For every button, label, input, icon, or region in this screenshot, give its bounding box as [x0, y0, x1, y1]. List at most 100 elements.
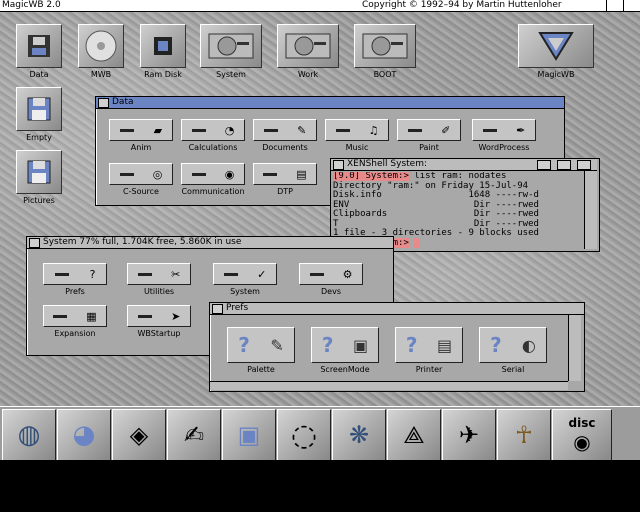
pref-palette[interactable]: ? ✎ Palette — [224, 327, 298, 374]
disk-drawer-icon — [16, 24, 62, 68]
shell-vertical-scrollbar[interactable] — [584, 171, 597, 249]
pref-serial[interactable]: ? ◐ Serial — [476, 327, 550, 374]
desktop-icon-work[interactable]: Work — [277, 24, 339, 79]
drawer-anim[interactable]: ▰ Anim — [106, 119, 176, 152]
drawer-system[interactable]: ✓ System — [209, 263, 281, 296]
prefs-window[interactable]: Prefs ? ✎ Palette ? ▣ ScreenMode ? ▤ Printer ?… — [209, 302, 585, 392]
drawer-handle-icon — [191, 128, 206, 132]
drawer-expansion[interactable]: ▦ Expansion — [39, 305, 111, 338]
screen-depth-gadget-2[interactable] — [623, 0, 640, 11]
drawer-music[interactable]: ♫ Music — [322, 119, 392, 152]
depth-gadget[interactable] — [557, 160, 571, 170]
pref-printer[interactable]: ? ▤ Printer — [392, 327, 466, 374]
desktop-icon-data[interactable]: Data — [14, 24, 64, 79]
screen-title: MagicWB 2.0 — [2, 0, 61, 10]
shell-title: XENShell System: — [347, 159, 427, 169]
close-gadget[interactable] — [29, 238, 40, 248]
close-gadget[interactable] — [98, 98, 109, 108]
scroll-icon: ✎ — [297, 123, 307, 137]
desktop-icon-ram-disk[interactable]: Ram Disk — [138, 24, 188, 79]
drawer-dtp[interactable]: ▤ DTP — [250, 163, 320, 196]
globe-phone-icon: ◍ — [17, 420, 41, 450]
zoom-gadget[interactable] — [537, 160, 551, 170]
globe-icon: ◉ — [224, 167, 235, 181]
film-ball-icon: ◈ — [129, 421, 149, 449]
data-window-title-bar[interactable]: Data — [96, 97, 564, 109]
dock-button[interactable]: ❋ — [332, 409, 386, 460]
text-cursor — [414, 237, 420, 248]
drawer-communication[interactable]: ◉ Communication — [178, 163, 248, 196]
drawer-prefs[interactable]: ? Prefs — [39, 263, 111, 296]
dock-button[interactable]: disc ◉ — [552, 409, 612, 460]
drawer-documents[interactable]: ✎ Documents — [250, 119, 320, 152]
depth-gadget-2[interactable] — [577, 160, 591, 170]
gears-icon: ⚙ — [342, 267, 353, 281]
desktop-icon-boot[interactable]: BOOT — [354, 24, 416, 79]
drawer-handle-icon — [54, 272, 69, 276]
screen-depth-gadget[interactable] — [606, 0, 623, 11]
serial-port-icon: ◐ — [521, 335, 536, 355]
desktop-icon-system[interactable]: System — [200, 24, 262, 79]
paint-pen-icon: ✍ — [183, 421, 205, 449]
desktop-icon-pictures[interactable]: Pictures — [14, 150, 64, 205]
expansion-card-icon: ▦ — [86, 309, 97, 323]
workbench-screen: MagicWB 2.0 Copyright © 1992–94 by Marti… — [0, 0, 640, 460]
question-icon: ? — [490, 333, 502, 357]
system-window-title-bar[interactable]: System 77% full, 1.704K free, 5.860K in … — [27, 237, 393, 249]
dock-button[interactable]: ▣ — [222, 409, 276, 460]
desktop-icon-magicwb[interactable]: MagicWB — [518, 24, 594, 79]
close-gadget[interactable] — [333, 160, 344, 170]
palette-icon: ✎ — [270, 335, 284, 355]
prefs-window-title: Prefs — [226, 303, 249, 313]
drawer-handle-icon — [263, 172, 278, 176]
dock-button[interactable]: ☥ — [497, 409, 551, 460]
c-letter-icon: ◎ — [152, 167, 163, 181]
dock-button[interactable]: ✈ — [442, 409, 496, 460]
drawer-handle-icon — [53, 314, 68, 318]
drawer-handle-icon — [137, 314, 152, 318]
close-gadget[interactable] — [212, 304, 223, 314]
dtp-icon: ▤ — [296, 167, 307, 181]
drawer-calculations[interactable]: ◔ Calculations — [178, 119, 248, 152]
drawer-handle-icon — [335, 128, 350, 132]
shuttle-icon: ✈ — [458, 421, 480, 449]
drawer-handle-icon — [223, 272, 238, 276]
drawer-wordprocess[interactable]: ✒ WordProcess — [466, 119, 542, 152]
disc-icon: ◉ — [573, 430, 591, 454]
dock-button[interactable]: ◍ — [2, 409, 56, 460]
question-icon: ? — [89, 267, 96, 281]
desktop-icon-mwb[interactable]: MWB — [76, 24, 126, 79]
compass-drawing-icon: ⟁ — [403, 421, 425, 449]
shell-title-bar[interactable]: XENShell System: — [331, 159, 597, 171]
dock-button[interactable]: ◈ — [112, 409, 166, 460]
prefs-horizontal-scrollbar[interactable] — [210, 381, 568, 390]
copyright-text: Copyright © 1992–94 by Martin Huttenlohe… — [362, 0, 562, 10]
drawer-handle-icon — [137, 272, 152, 276]
magicwb-logo-icon — [518, 24, 594, 68]
spiral-icon: ◌ — [290, 417, 318, 453]
prefs-window-title-bar[interactable]: Prefs — [210, 303, 584, 315]
pref-screenmode[interactable]: ? ▣ ScreenMode — [308, 327, 382, 374]
drawer-utilities[interactable]: ✂ Utilities — [123, 263, 195, 296]
drawer-handle-icon — [119, 172, 134, 176]
floppy-icon — [16, 87, 62, 131]
drawer-wbstartup[interactable]: ➤ WBStartup — [123, 305, 195, 338]
printer-icon: ▤ — [437, 335, 453, 355]
dock-button[interactable]: ◌ — [277, 409, 331, 460]
drawer-c-source[interactable]: ◎ C-Source — [106, 163, 176, 196]
hard-drive-icon — [200, 24, 262, 68]
drawer-paint[interactable]: ✐ Paint — [394, 119, 464, 152]
quill-icon: ✒ — [516, 123, 526, 137]
startup-icon: ➤ — [171, 309, 181, 323]
disc-label: disc — [568, 416, 596, 430]
screen-title-bar[interactable]: MagicWB 2.0 Copyright © 1992–94 by Marti… — [0, 0, 640, 12]
dock-button[interactable]: ✍ — [167, 409, 221, 460]
dock-button[interactable]: ⟁ — [387, 409, 441, 460]
dock-button[interactable]: ◕ — [57, 409, 111, 460]
pharaoh-icon: ☥ — [515, 421, 533, 449]
tool-dock: ◍ ◕ ◈ ✍ ▣ ◌ ❋ ⟁ ✈ ☥ disc ◉ — [0, 406, 640, 460]
prefs-vertical-scrollbar[interactable] — [568, 315, 581, 381]
drawer-handle-icon — [119, 128, 134, 132]
drawer-devs[interactable]: ⚙ Devs — [295, 263, 367, 296]
desktop-icon-empty[interactable]: Empty — [14, 87, 64, 142]
